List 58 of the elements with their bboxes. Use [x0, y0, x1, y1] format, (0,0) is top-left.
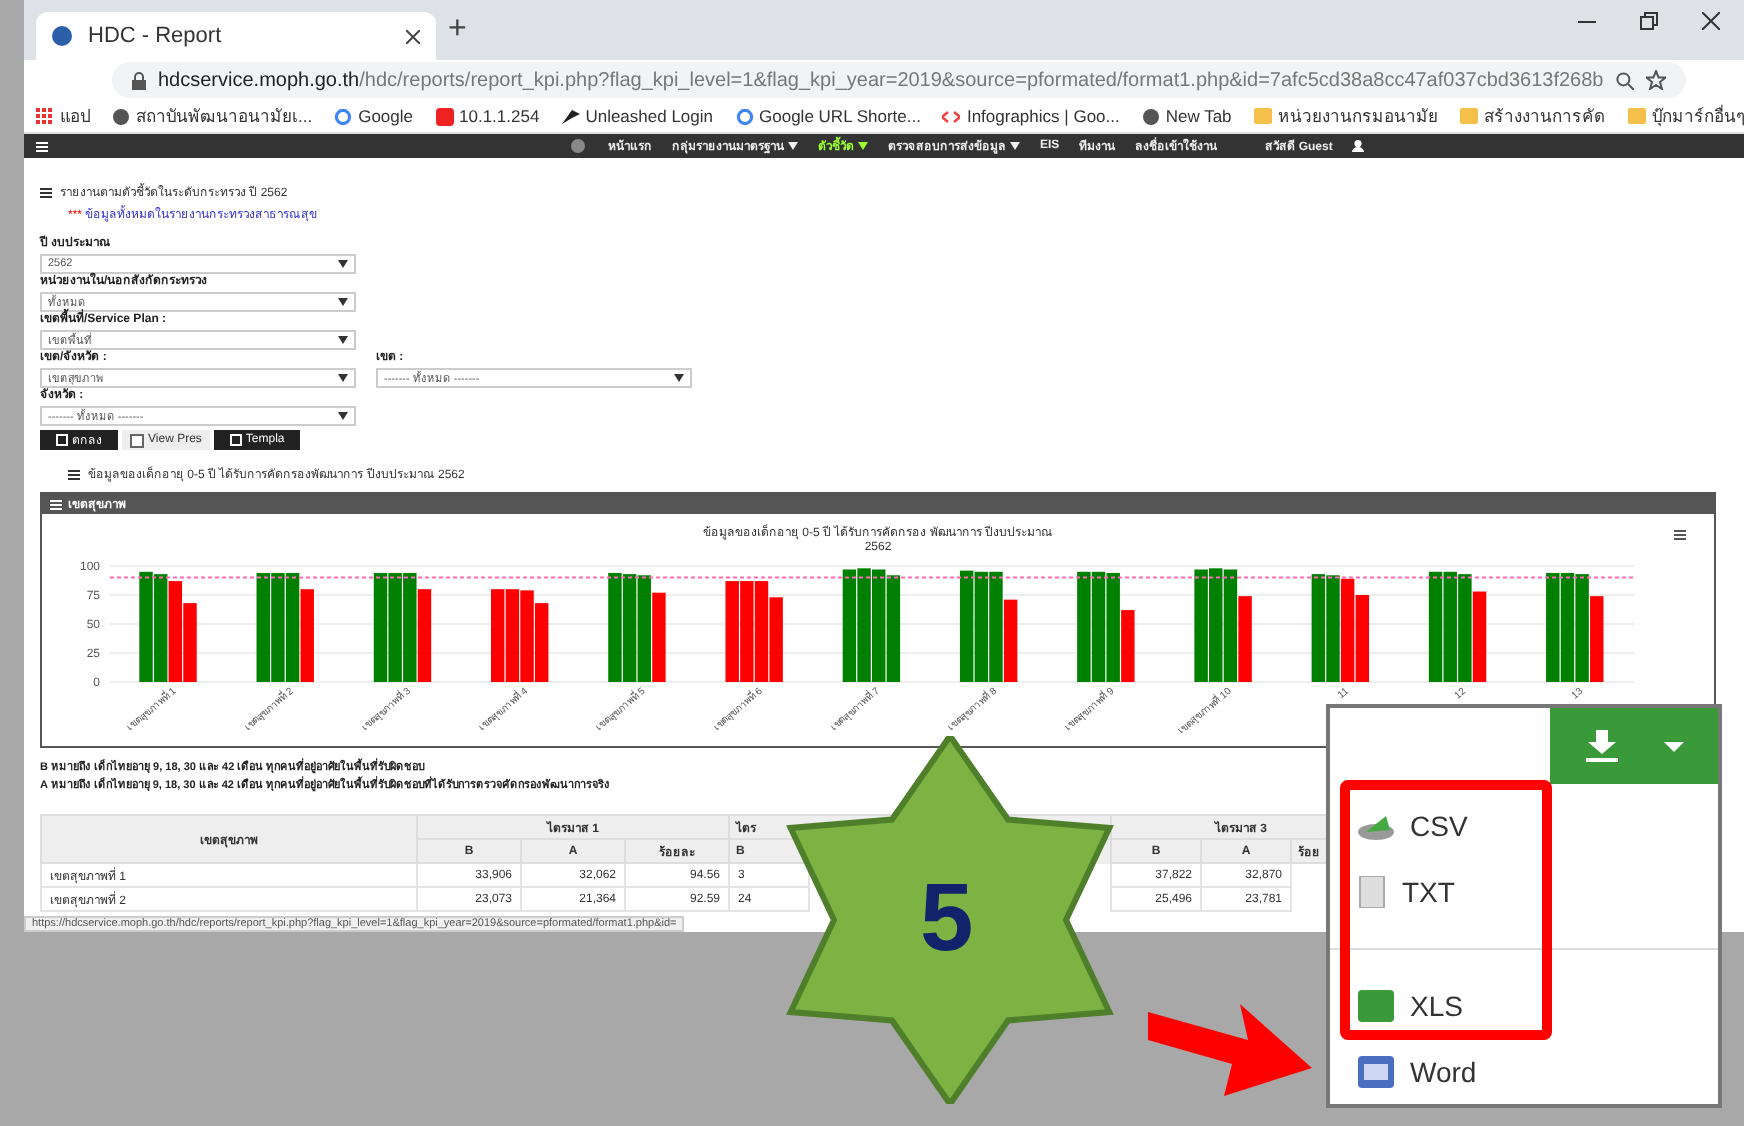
menu-item[interactable]: XLS — [1358, 984, 1463, 1028]
globe-icon — [1141, 107, 1160, 125]
bookmark[interactable]: New Tab — [1141, 106, 1232, 126]
edit-icon — [229, 434, 242, 446]
bookmark[interactable]: แอป — [36, 102, 90, 130]
spreadsheet-icon — [1358, 812, 1394, 840]
caret-icon — [1663, 741, 1683, 751]
zoom-icon[interactable] — [1615, 71, 1634, 89]
folder-icon — [1253, 108, 1272, 124]
document-icon — [1358, 876, 1386, 908]
code-icon — [942, 107, 961, 125]
bookmark[interactable]: 10.1.1.254 — [435, 106, 540, 126]
star-icon[interactable] — [1645, 70, 1666, 90]
site-icon — [52, 26, 72, 46]
close-icon[interactable] — [1702, 12, 1720, 30]
folder-icon — [1627, 108, 1646, 124]
caret-icon — [674, 374, 684, 382]
caret-icon — [338, 260, 348, 268]
bookmark[interactable]: บุ๊กมาร์กอื่นๆ — [1627, 102, 1744, 130]
folder-icon — [1459, 108, 1478, 124]
caret-icon — [338, 412, 348, 420]
restore-icon[interactable] — [1640, 12, 1658, 30]
menu-item[interactable]: TXT — [1358, 870, 1455, 914]
caret-icon — [858, 142, 868, 150]
list-icon — [36, 141, 48, 151]
lock-icon — [132, 71, 146, 89]
list-icon — [40, 187, 52, 197]
caret-icon — [1010, 142, 1020, 150]
bookmark[interactable]: Infographics | Goo... — [942, 106, 1120, 126]
bookmark[interactable]: Google URL Shorte... — [735, 106, 921, 126]
caret-icon — [338, 374, 348, 382]
step-number: 5 — [920, 864, 974, 976]
google-icon — [735, 107, 754, 125]
browser-tab[interactable]: HDC - Report — [36, 12, 436, 60]
close-icon[interactable] — [406, 29, 420, 43]
bookmark[interactable]: สร้างงานการคัด — [1459, 102, 1606, 130]
bookmark[interactable]: Unleashed Login — [561, 106, 714, 126]
document-icon — [1358, 1056, 1394, 1088]
menu-icon[interactable] — [1674, 530, 1686, 540]
menu-item[interactable]: Word — [1358, 1050, 1477, 1094]
bookmark[interactable]: Google — [334, 106, 414, 126]
new-tab-button[interactable]: + — [448, 12, 467, 48]
bookmark[interactable]: หน่วยงานกรมอนามัย — [1253, 102, 1438, 130]
caret-icon — [338, 298, 348, 306]
download-button[interactable] — [1550, 708, 1718, 784]
user-icon — [1352, 140, 1365, 152]
list-icon — [50, 499, 62, 509]
globe-icon — [112, 107, 130, 125]
list-icon — [68, 469, 80, 479]
spreadsheet-icon — [1358, 990, 1394, 1022]
caret-icon — [338, 336, 348, 344]
download-icon — [1585, 730, 1617, 762]
logo-icon — [568, 137, 588, 155]
apps-icon — [36, 107, 54, 125]
bookmark[interactable]: สถาบันพัฒนาอนามัยเ... — [112, 102, 313, 130]
caret-icon — [788, 142, 798, 150]
edit-icon — [56, 434, 68, 446]
google-icon — [334, 107, 353, 125]
